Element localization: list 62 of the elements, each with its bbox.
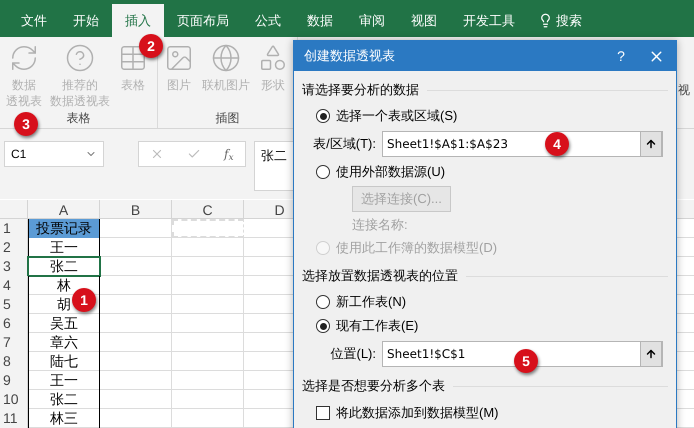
row-header[interactable]: 3: [0, 257, 28, 276]
menu-tab[interactable]: 插入: [112, 4, 164, 37]
table-icon: [118, 43, 148, 73]
upload-arrow-icon: [645, 138, 657, 150]
row-header[interactable]: 5: [0, 295, 28, 314]
search-button[interactable]: 搜索: [528, 4, 592, 37]
table-cell[interactable]: 投票记录: [28, 219, 100, 238]
collapse-dialog-button[interactable]: [640, 341, 662, 367]
picture-icon: [164, 43, 194, 73]
shapes-icon: [258, 43, 288, 73]
row-header[interactable]: 11: [0, 409, 28, 428]
table-cell[interactable]: 林三: [28, 409, 100, 428]
lightbulb-icon: [538, 13, 553, 28]
radio-button[interactable]: [316, 165, 330, 179]
menu-tab[interactable]: 文件: [8, 4, 60, 37]
connection-name-label: 连接名称:: [352, 216, 408, 234]
table-cell[interactable]: 吴五: [28, 314, 100, 333]
name-box[interactable]: C1: [4, 141, 104, 167]
ribbon-command-fragment: 视: [678, 82, 691, 99]
menu-tab[interactable]: 公式: [242, 4, 294, 37]
section-heading: 选择是否想要分析多个表: [302, 377, 445, 396]
menu-tab[interactable]: 视图: [398, 4, 450, 37]
insert-function-button[interactable]: f$_{x}$: [224, 145, 234, 163]
collapse-dialog-button[interactable]: [640, 131, 662, 157]
radio-button[interactable]: [316, 295, 330, 309]
help-button[interactable]: ?: [606, 46, 636, 66]
radio-button[interactable]: [316, 319, 330, 333]
upload-arrow-icon: [645, 348, 657, 360]
group-label: 插图: [216, 110, 240, 127]
row-header[interactable]: 2: [0, 238, 28, 257]
row-header[interactable]: 8: [0, 352, 28, 371]
menu-tab[interactable]: 页面布局: [164, 4, 242, 37]
field-label: 位置(L):: [330, 345, 377, 364]
group-label: 表格: [66, 110, 90, 127]
radio-button[interactable]: [316, 109, 330, 123]
menu-tab[interactable]: 开始: [60, 4, 112, 37]
section-heading: 请选择要分析的数据: [302, 81, 419, 100]
table-cell[interactable]: 王一: [28, 371, 100, 390]
menu-tab[interactable]: 数据: [294, 4, 346, 37]
radio-label[interactable]: 现有工作表(E): [336, 316, 418, 336]
menu-tab[interactable]: 审阅: [346, 4, 398, 37]
table-cell[interactable]: 张二: [28, 257, 100, 276]
row-header[interactable]: 4: [0, 276, 28, 295]
table-cell[interactable]: 王一: [28, 238, 100, 257]
checkbox-option[interactable]: 将此数据添加到数据模型(M): [316, 403, 498, 423]
dialog-title: 创建数据透视表: [304, 47, 396, 66]
table-cell[interactable]: 张二: [28, 390, 100, 409]
radio-label[interactable]: 选择一个表或区域(S): [336, 106, 458, 126]
table-cell[interactable]: 章六: [28, 333, 100, 352]
row-header[interactable]: 1: [0, 219, 28, 238]
row-header[interactable]: 6: [0, 314, 28, 333]
column-header[interactable]: C: [172, 200, 244, 221]
row-header[interactable]: 9: [0, 371, 28, 390]
radio-label[interactable]: 使用外部数据源(U): [336, 162, 446, 182]
row-header[interactable]: 10: [0, 390, 28, 409]
field-label: 表/区域(T):: [312, 135, 377, 154]
menu-tab[interactable]: 开发工具: [450, 4, 528, 37]
number-badge: 1: [72, 288, 96, 312]
table-cell[interactable]: 陆七: [28, 352, 100, 371]
row-header[interactable]: 7: [0, 333, 28, 352]
section-heading: 选择放置数据透视表的位置: [302, 267, 458, 286]
radio-label[interactable]: 新工作表(N): [336, 292, 406, 312]
